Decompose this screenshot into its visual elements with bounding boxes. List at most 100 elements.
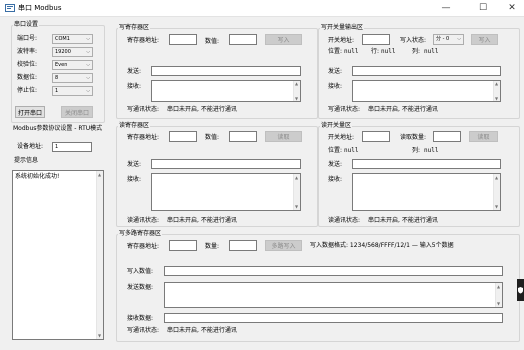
log-scrollbar[interactable]: ▲ ▼ <box>96 171 103 339</box>
multi-reg-recv-label: 接收数据: <box>127 315 154 322</box>
read-coil-pos-value: null <box>344 147 359 154</box>
write-coil-state-label: 写入状态: <box>400 37 427 44</box>
read-reg-recv-area[interactable]: ▲ ▼ <box>151 173 301 211</box>
read-coil-pos-label: 位置: <box>328 147 343 154</box>
read-coil-status-label: 读通讯状态: <box>328 217 361 224</box>
open-port-button[interactable]: 打开串口 <box>15 106 45 118</box>
modbus-mode-text: Modbus参数协议设置 - RTU模式 <box>13 125 103 132</box>
port-select[interactable]: COM1 ⌵ <box>52 34 93 44</box>
scroll-up-icon: ▲ <box>98 172 102 177</box>
write-register-button[interactable]: 写入 <box>265 34 302 45</box>
scroll-up-icon: ▲ <box>295 81 299 86</box>
write-coil-recv-area[interactable]: ▲ ▼ <box>352 80 501 102</box>
read-coil-addr-label: 开关地址: <box>328 134 355 141</box>
parity-select[interactable]: Even ⌵ <box>52 60 93 70</box>
recv-scrollbar[interactable]: ▲ ▼ <box>493 174 500 210</box>
write-reg-value-label: 数值: <box>205 38 220 45</box>
write-reg-addr-input[interactable] <box>169 34 197 45</box>
write-coil-addr-input[interactable] <box>362 34 390 45</box>
multi-register-title: 写多路寄存器区 <box>118 230 163 237</box>
scroll-down-icon: ▼ <box>98 333 102 338</box>
read-reg-count-input[interactable] <box>229 131 257 142</box>
write-reg-send-label: 发送: <box>127 68 142 75</box>
write-coil-send-field[interactable] <box>352 66 501 76</box>
window-title: 串口 Modbus <box>18 4 62 12</box>
info-message: 系统初始化成功! <box>15 173 60 180</box>
multi-reg-data-input[interactable] <box>164 266 503 276</box>
write-coil-col-label: 列: <box>412 48 421 55</box>
stopbits-select[interactable]: 1 ⌵ <box>52 86 93 96</box>
read-reg-send-field[interactable] <box>151 159 301 169</box>
read-coil-col-value: null <box>424 147 439 154</box>
info-log[interactable]: 系统初始化成功! ▲ ▼ <box>12 170 104 340</box>
minimize-button[interactable]: — <box>432 0 460 16</box>
write-reg-recv-label: 接收: <box>127 83 142 90</box>
serial-settings-title: 串口设置 <box>13 21 40 28</box>
write-coil-state-select[interactable]: 分 - 0 ⌵ <box>433 34 464 45</box>
read-coil-count-label: 读取数量: <box>400 134 427 141</box>
close-button[interactable]: ✕ <box>498 0 524 16</box>
read-reg-addr-label: 寄存器地址: <box>127 134 160 141</box>
read-register-button[interactable]: 读取 <box>265 131 302 142</box>
write-reg-value-input[interactable] <box>229 34 257 45</box>
databits-label: 数据位: <box>17 74 38 81</box>
scroll-down-icon: ▼ <box>495 96 499 101</box>
multi-reg-recv-field[interactable] <box>164 313 503 323</box>
app-icon <box>5 4 15 12</box>
read-coil-recv-label: 接收: <box>328 176 343 183</box>
security-overlay[interactable] <box>517 279 524 301</box>
write-reg-recv-area[interactable]: ▲ ▼ <box>151 80 301 102</box>
write-coil-send-label: 发送: <box>328 68 343 75</box>
read-coil-count-input[interactable] <box>433 131 461 142</box>
info-title: 提示信息 <box>13 157 40 164</box>
multi-reg-send-area[interactable]: ▲ ▼ <box>164 282 503 308</box>
device-address-input[interactable]: 1 <box>52 142 92 152</box>
scroll-up-icon: ▲ <box>495 175 499 180</box>
write-coil-addr-label: 开关地址: <box>328 37 355 44</box>
scroll-up-icon: ▲ <box>295 175 299 180</box>
port-label: 端口号: <box>17 35 38 42</box>
read-coil-addr-input[interactable] <box>362 131 390 142</box>
maximize-button[interactable]: ☐ <box>469 0 497 16</box>
multi-reg-status-text: 串口未开启, 不能进行通讯 <box>167 327 237 334</box>
multi-reg-format-text: 写入数据格式: 1234/568/FFFF/12/1 — 输入5个数据 <box>310 242 454 249</box>
baud-label: 波特率: <box>17 48 38 55</box>
parity-label: 校验位: <box>17 61 38 68</box>
scroll-up-icon: ▲ <box>497 284 501 289</box>
multi-reg-addr-label: 寄存器地址: <box>127 243 160 250</box>
scroll-down-icon: ▼ <box>295 96 299 101</box>
read-coil-send-label: 发送: <box>328 161 343 168</box>
close-port-button[interactable]: 关闭串口 <box>61 106 93 118</box>
chevron-down-icon: ⌵ <box>86 88 90 94</box>
stopbits-label: 停止位: <box>17 87 38 94</box>
read-coil-title: 读开关量区 <box>320 122 353 129</box>
write-coil-button[interactable]: 写入 <box>471 34 498 45</box>
write-coil-status-label: 写通讯状态: <box>328 106 361 113</box>
recv-scrollbar[interactable]: ▲ ▼ <box>293 174 300 210</box>
multi-write-button[interactable]: 多路写入 <box>265 240 302 251</box>
multi-reg-send-label: 发送数据: <box>127 284 154 291</box>
databits-select[interactable]: 8 ⌵ <box>52 73 93 83</box>
write-coil-status-text: 串口未开启, 不能进行通讯 <box>368 106 438 113</box>
chevron-down-icon: ⌵ <box>86 36 90 42</box>
scroll-down-icon: ▼ <box>295 204 299 209</box>
read-coil-recv-area[interactable]: ▲ ▼ <box>352 173 501 211</box>
multi-reg-addr-input[interactable] <box>169 240 197 251</box>
read-reg-status-text: 串口未开启, 不能进行通讯 <box>167 217 237 224</box>
scroll-down-icon: ▼ <box>495 204 499 209</box>
multi-reg-count-input[interactable] <box>229 240 257 251</box>
baud-select[interactable]: 19200 ⌵ <box>52 47 93 57</box>
chevron-down-icon: ⌵ <box>86 49 90 55</box>
read-reg-addr-input[interactable] <box>169 131 197 142</box>
write-reg-send-field[interactable] <box>151 66 301 76</box>
read-coil-send-field[interactable] <box>352 159 501 169</box>
recv-scrollbar[interactable]: ▲ ▼ <box>493 81 500 101</box>
recv-scrollbar[interactable]: ▲ ▼ <box>293 81 300 101</box>
read-coil-button[interactable]: 读取 <box>469 131 498 142</box>
scroll-down-icon: ▼ <box>497 301 501 306</box>
read-coil-status-text: 串口未开启, 不能进行通讯 <box>368 217 438 224</box>
chevron-down-icon: ⌵ <box>86 62 90 68</box>
multi-reg-data-label: 写入数值: <box>127 268 154 275</box>
send-scrollbar[interactable]: ▲ ▼ <box>495 283 502 307</box>
write-reg-status-text: 串口未开启, 不能进行通讯 <box>167 106 237 113</box>
